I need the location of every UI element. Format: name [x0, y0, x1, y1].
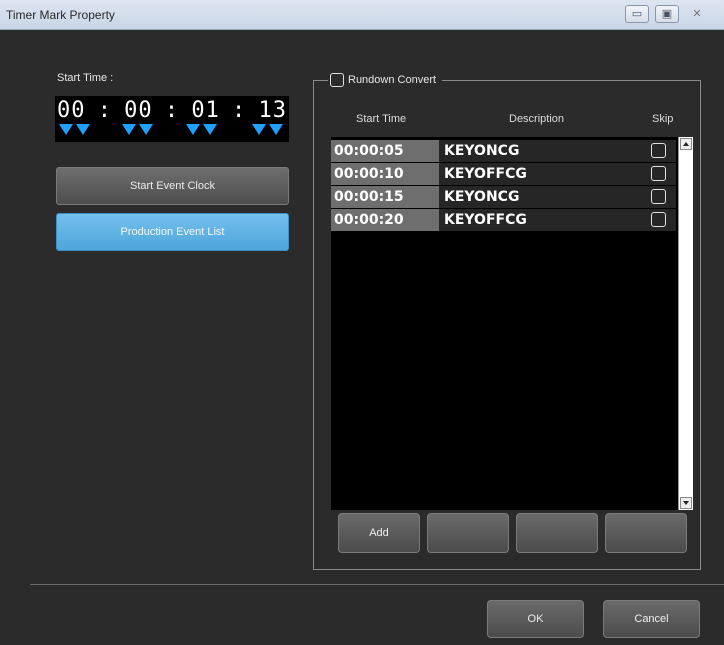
- scroll-up-icon[interactable]: [680, 138, 692, 150]
- start-event-clock-button[interactable]: Start Event Clock: [56, 167, 289, 205]
- table-row[interactable]: 00:00:10 KEYOFFCG: [331, 162, 676, 185]
- column-header-start-time[interactable]: Start Time: [356, 113, 406, 125]
- hours-tens-arrow-icon[interactable]: [59, 124, 73, 135]
- row-description[interactable]: KEYOFFCG: [439, 208, 639, 231]
- add-button[interactable]: Add: [338, 513, 420, 553]
- frames-tens-arrow-icon[interactable]: [252, 124, 266, 135]
- ok-button[interactable]: OK: [487, 600, 584, 638]
- timecode-separator: :: [97, 98, 112, 123]
- footer-divider: [30, 584, 724, 585]
- table-row[interactable]: 00:00:15 KEYONCG: [331, 185, 676, 208]
- row-description[interactable]: KEYONCG: [439, 139, 639, 162]
- row-description[interactable]: KEYOFFCG: [439, 162, 639, 185]
- minimize-button[interactable]: ▭: [625, 5, 649, 23]
- list-action-button-3[interactable]: [516, 513, 598, 553]
- column-header-skip[interactable]: Skip: [652, 113, 673, 125]
- event-list[interactable]: 00:00:05 KEYONCG 00:00:10 KEYOFFCG 00:00…: [331, 137, 679, 510]
- timecode-frames: 13: [258, 98, 287, 123]
- seconds-units-arrow-icon[interactable]: [203, 124, 217, 135]
- row-start-time[interactable]: 00:00:10: [331, 162, 439, 185]
- rundown-convert-label: Rundown Convert: [348, 74, 437, 86]
- row-start-time[interactable]: 00:00:20: [331, 208, 439, 231]
- minutes-tens-arrow-icon[interactable]: [122, 124, 136, 135]
- skip-checkbox[interactable]: [651, 165, 666, 181]
- rundown-convert-checkbox[interactable]: [330, 73, 344, 87]
- scroll-down-icon[interactable]: [680, 497, 692, 509]
- column-header-description[interactable]: Description: [509, 113, 564, 125]
- timecode-separator: :: [232, 98, 247, 123]
- close-button[interactable]: ✕: [685, 5, 709, 23]
- hours-units-arrow-icon[interactable]: [76, 124, 90, 135]
- list-scrollbar[interactable]: [678, 137, 693, 510]
- list-action-button-4[interactable]: [605, 513, 687, 553]
- timecode-hours: 00: [57, 98, 86, 123]
- production-event-list-button[interactable]: Production Event List: [56, 213, 289, 251]
- row-description[interactable]: KEYONCG: [439, 185, 639, 208]
- list-action-button-2[interactable]: [427, 513, 509, 553]
- timecode-seconds: 01: [191, 98, 220, 123]
- skip-checkbox[interactable]: [651, 188, 666, 204]
- timecode-digits: 00 : 00 : 01 : 13: [57, 98, 287, 123]
- timecode-separator: :: [164, 98, 180, 123]
- start-time-label: Start Time :: [57, 72, 114, 84]
- table-row[interactable]: 00:00:20 KEYOFFCG: [331, 208, 676, 231]
- rundown-convert-toggle[interactable]: Rundown Convert: [328, 70, 443, 90]
- row-start-time[interactable]: 00:00:15: [331, 185, 439, 208]
- timecode-display[interactable]: 00 : 00 : 01 : 13: [55, 96, 289, 142]
- table-row[interactable]: 00:00:05 KEYONCG: [331, 139, 676, 162]
- title-bar: Timer Mark Property ▭ ▣ ✕: [0, 0, 724, 30]
- skip-checkbox[interactable]: [651, 211, 666, 227]
- skip-checkbox[interactable]: [651, 142, 666, 158]
- row-start-time[interactable]: 00:00:05: [331, 139, 439, 162]
- frames-units-arrow-icon[interactable]: [269, 124, 283, 135]
- window-title: Timer Mark Property: [6, 8, 115, 22]
- seconds-tens-arrow-icon[interactable]: [186, 124, 200, 135]
- timecode-minutes: 00: [124, 98, 153, 123]
- minutes-units-arrow-icon[interactable]: [139, 124, 153, 135]
- maximize-button[interactable]: ▣: [655, 5, 679, 23]
- cancel-button[interactable]: Cancel: [603, 600, 700, 638]
